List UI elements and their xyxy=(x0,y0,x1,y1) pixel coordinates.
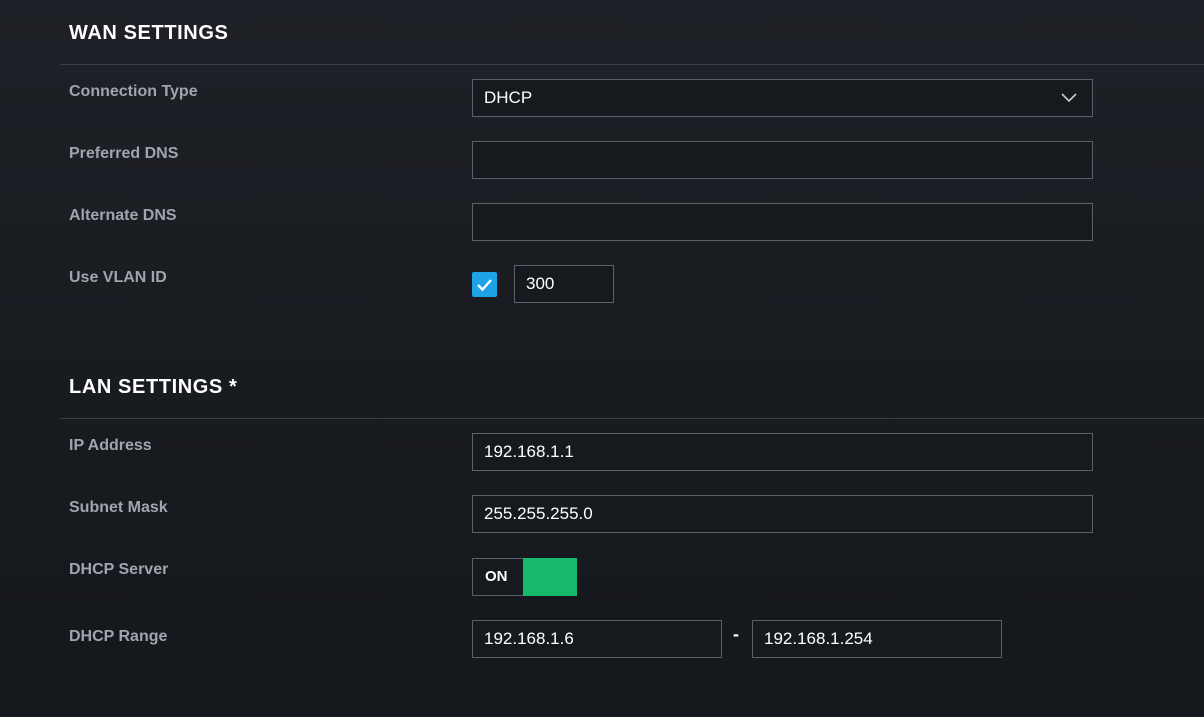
wan-divider xyxy=(60,64,1204,65)
dhcp-server-toggle-label: ON xyxy=(485,568,508,585)
subnet-mask-input[interactable] xyxy=(472,495,1093,533)
use-vlan-id-checkbox[interactable] xyxy=(472,272,497,297)
preferred-dns-input[interactable] xyxy=(472,141,1093,179)
vlan-id-input[interactable] xyxy=(514,265,614,303)
preferred-dns-label: Preferred DNS xyxy=(69,145,179,162)
dhcp-server-toggle[interactable]: ON xyxy=(472,558,577,596)
wan-settings-title: WAN SETTINGS xyxy=(69,22,229,44)
subnet-mask-label: Subnet Mask xyxy=(69,499,168,516)
alternate-dns-input[interactable] xyxy=(472,203,1093,241)
dhcp-range-end-input[interactable] xyxy=(752,620,1002,658)
dhcp-range-start-input[interactable] xyxy=(472,620,722,658)
ip-address-input[interactable] xyxy=(472,433,1093,471)
dhcp-range-separator: - xyxy=(733,624,739,644)
toggle-on-indicator xyxy=(523,558,577,596)
ip-address-label: IP Address xyxy=(69,437,152,454)
check-icon xyxy=(477,279,492,292)
alternate-dns-label: Alternate DNS xyxy=(69,207,177,224)
use-vlan-id-label: Use VLAN ID xyxy=(69,269,167,286)
connection-type-value: DHCP xyxy=(484,88,533,107)
lan-settings-title: LAN SETTINGS * xyxy=(69,376,238,398)
connection-type-select[interactable]: DHCP xyxy=(472,79,1093,117)
chevron-down-icon xyxy=(1061,93,1077,103)
connection-type-label: Connection Type xyxy=(69,83,198,100)
lan-divider xyxy=(60,418,1204,419)
dhcp-server-label: DHCP Server xyxy=(69,561,169,578)
dhcp-range-label: DHCP Range xyxy=(69,628,168,645)
